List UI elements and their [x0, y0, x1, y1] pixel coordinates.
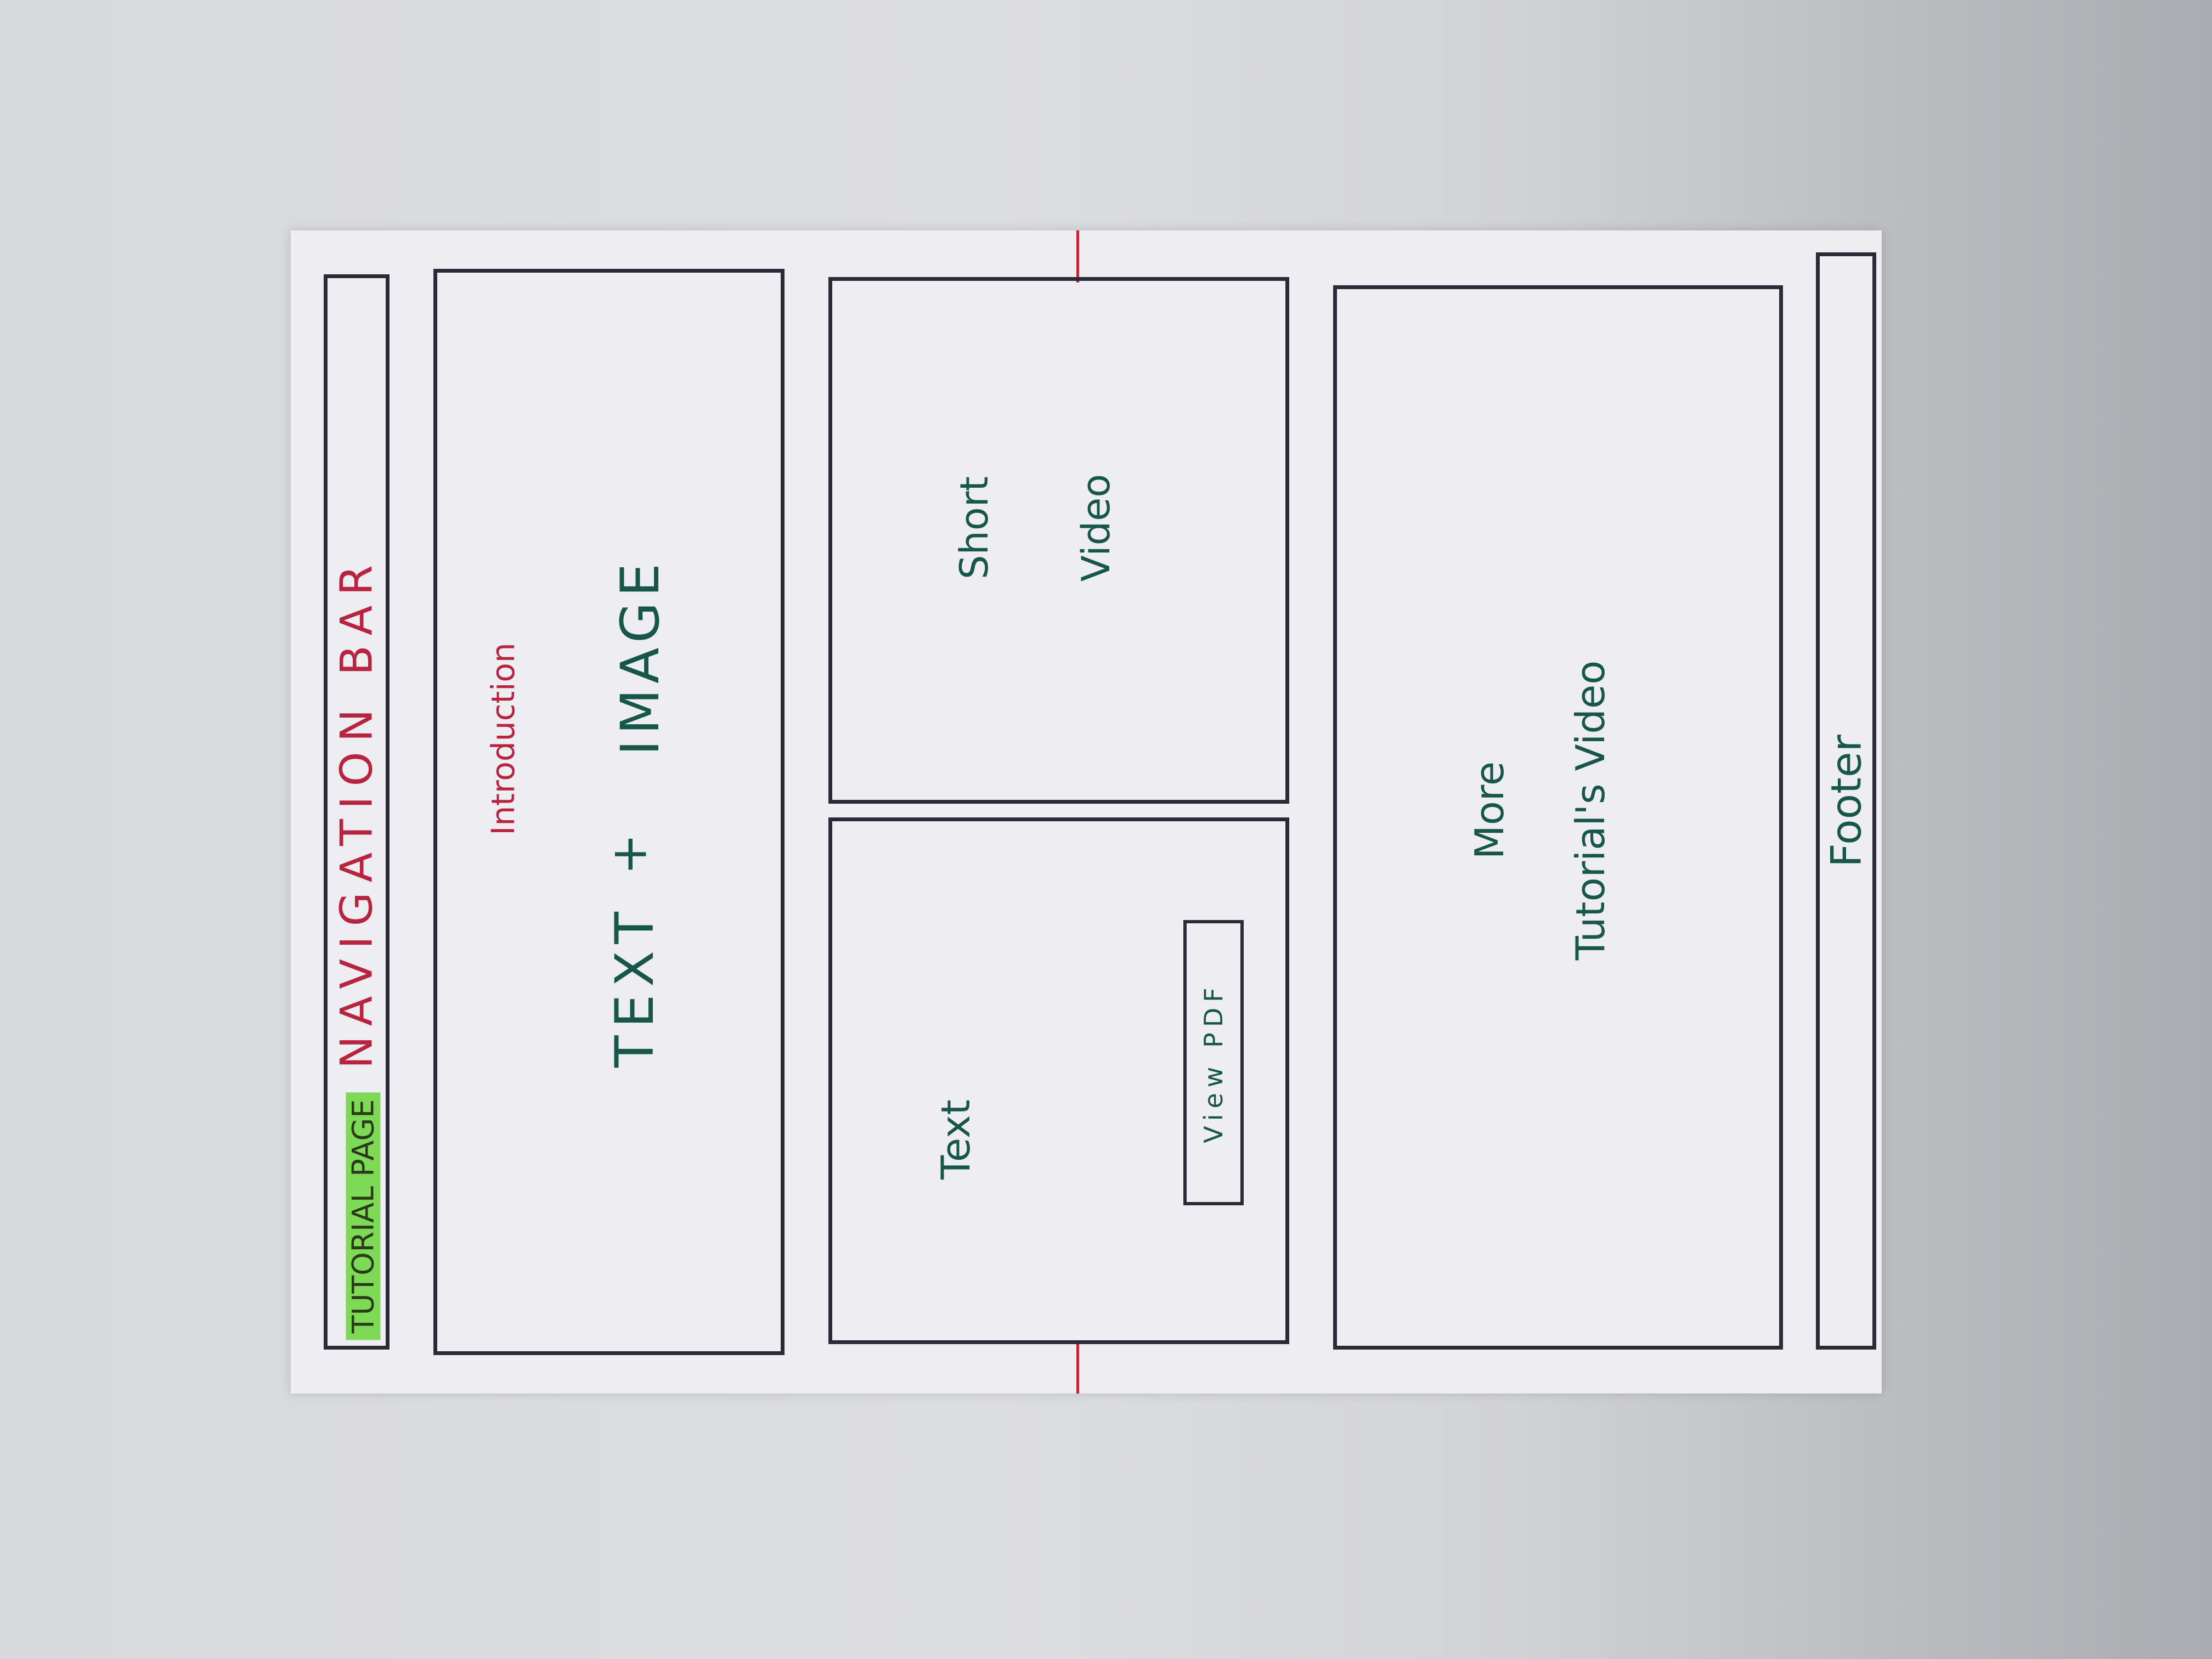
brand-label: TUTORIAL PAGE — [346, 1092, 381, 1340]
paper-fold-mark-top — [1076, 230, 1079, 283]
text-section-label: Text — [926, 1057, 986, 1222]
more-tutorials-video[interactable]: More Tutorial's Video — [1333, 285, 1783, 1350]
intro-image-placeholder: IMAGE — [602, 448, 679, 865]
sketch-paper: TUTORIAL PAGE NAVIGATION BAR Introductio… — [291, 230, 1882, 1393]
intro-text-block: TEXT — [602, 876, 668, 1096]
intro-heading-text: Introduction — [484, 642, 522, 836]
intro-text-label: TEXT — [604, 904, 665, 1068]
intro-heading: Introduction — [481, 602, 525, 876]
more-tutorials-label: More Tutorial's Video — [1425, 618, 1655, 1002]
text-section: Text View PDF — [828, 817, 1289, 1344]
view-pdf-button-label: View PDF — [1199, 982, 1228, 1143]
short-video-label: Short Video — [920, 445, 1150, 610]
intro-section: Introduction TEXT + IMAGE — [433, 269, 785, 1355]
short-video-line1: Short — [952, 476, 997, 579]
paper-fold-mark-bottom — [1076, 1341, 1079, 1393]
short-video-line2: Video — [1074, 473, 1119, 582]
footer-label: Footer — [1821, 735, 1871, 867]
view-pdf-button[interactable]: View PDF — [1183, 920, 1244, 1205]
navigation-bar-label: NAVIGATION BAR — [331, 555, 382, 1069]
brand-logo[interactable]: TUTORIAL PAGE — [344, 1092, 382, 1340]
more-tutorials-line1: More — [1466, 761, 1513, 860]
footer: Footer — [1816, 252, 1876, 1350]
short-video-player[interactable]: Short Video — [828, 277, 1289, 804]
navigation-bar[interactable]: TUTORIAL PAGE NAVIGATION BAR — [324, 274, 390, 1350]
text-section-label-text: Text — [933, 1099, 979, 1180]
more-tutorials-line2: Tutorial's Video — [1567, 660, 1613, 961]
intro-image-label: IMAGE — [610, 557, 671, 756]
